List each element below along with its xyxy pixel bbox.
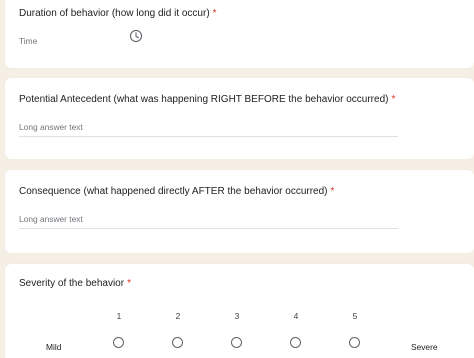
scale-option-label: 2 (175, 311, 181, 321)
question-title-text: Potential Antecedent (what was happening… (19, 94, 389, 105)
scale-option-label: 1 (116, 311, 122, 321)
long-answer-input[interactable]: Long answer text (19, 214, 83, 224)
scale-option-label: 3 (234, 311, 240, 321)
time-input[interactable]: Time (19, 36, 37, 46)
question-card-severity: Severity of the behavior * Mild Severe 1 … (5, 264, 474, 358)
required-asterisk: * (127, 278, 131, 289)
question-card-consequence: Consequence (what happened directly AFTE… (5, 170, 474, 253)
question-card-antecedent: Potential Antecedent (what was happening… (5, 78, 474, 159)
scale-radio-1[interactable] (113, 337, 124, 348)
question-title: Consequence (what happened directly AFTE… (19, 186, 334, 197)
question-title: Duration of behavior (how long did it oc… (19, 8, 217, 19)
required-asterisk: * (391, 94, 396, 105)
question-title-text: Consequence (what happened directly AFTE… (19, 186, 328, 197)
question-title-text: Duration of behavior (how long did it oc… (19, 8, 210, 19)
required-asterisk: * (212, 8, 217, 19)
scale-min-label: Mild (46, 342, 62, 352)
question-card-duration: Duration of behavior (how long did it oc… (5, 0, 474, 68)
question-title: Severity of the behavior * (19, 278, 131, 289)
long-answer-input[interactable]: Long answer text (19, 122, 83, 132)
scale-option-label: 4 (293, 311, 299, 321)
scale-option-label: 5 (352, 311, 358, 321)
clock-icon[interactable] (129, 29, 143, 43)
scale-radio-5[interactable] (349, 337, 360, 348)
input-underline (19, 136, 398, 137)
required-asterisk: * (330, 186, 335, 197)
scale-radio-3[interactable] (231, 337, 242, 348)
question-title: Potential Antecedent (what was happening… (19, 94, 395, 105)
scale-max-label: Severe (411, 342, 438, 352)
scale-radio-4[interactable] (290, 337, 301, 348)
form-page: Duration of behavior (how long did it oc… (0, 0, 474, 358)
question-title-text: Severity of the behavior (19, 278, 125, 289)
input-underline (19, 228, 398, 229)
scale-radio-2[interactable] (172, 337, 183, 348)
